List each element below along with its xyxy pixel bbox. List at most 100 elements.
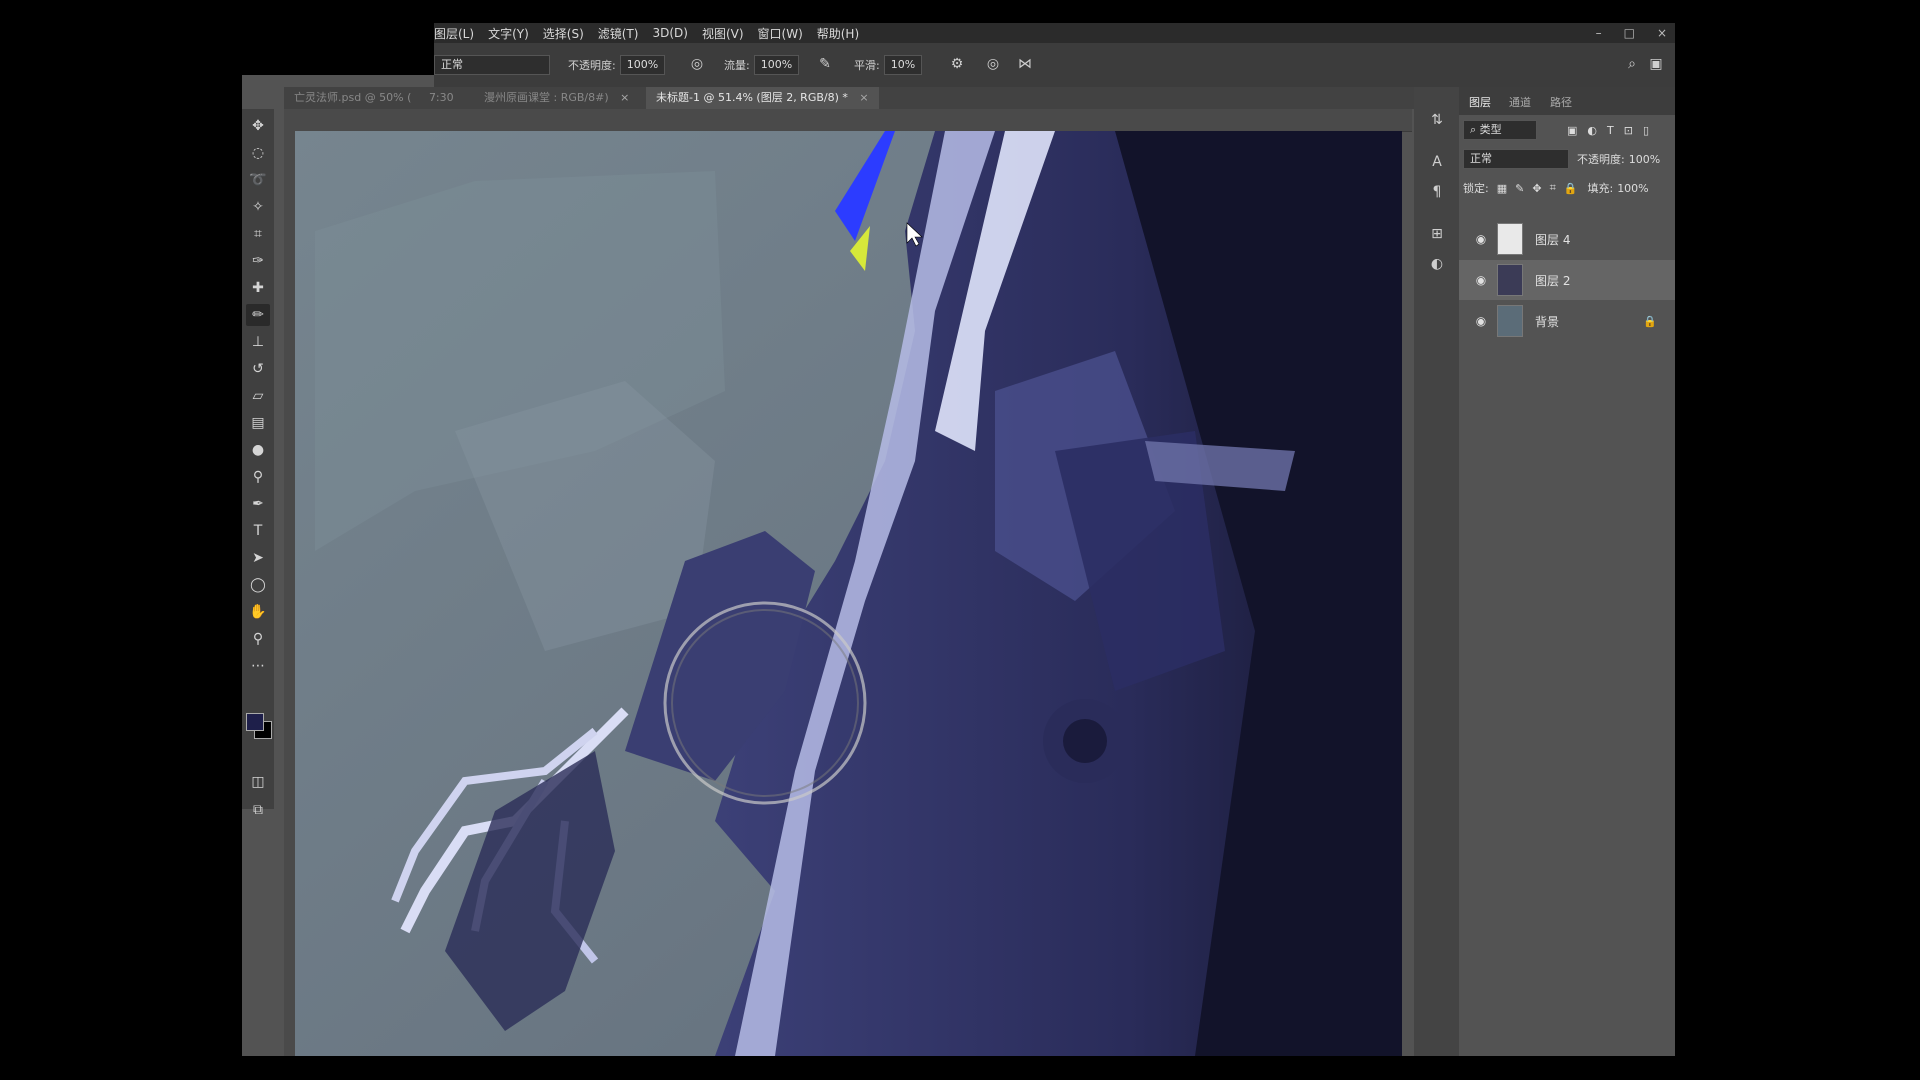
tab-document-2-close-icon[interactable]: × — [620, 91, 629, 104]
flow-field[interactable]: 100% — [753, 55, 800, 75]
tab-document-3[interactable]: 未标题-1 @ 51.4% (图层 2, RGB/8) * × — [646, 87, 879, 109]
layer-name: 图层 4 — [1535, 232, 1571, 247]
filter-search-icon: ⌕ — [1470, 123, 1480, 136]
foreground-color-swatch[interactable] — [246, 713, 264, 731]
history-brush-icon[interactable]: ↺ — [246, 358, 270, 380]
menu-view[interactable]: 视图(V) — [702, 25, 744, 42]
flow-control: 流量: 100% — [724, 55, 800, 75]
tab-channels[interactable]: 通道 — [1509, 94, 1531, 110]
visibility-eye-icon[interactable]: ◉ — [1471, 273, 1491, 287]
layer-opacity-value[interactable]: 100% — [1629, 153, 1660, 166]
flow-label: 流量: — [724, 59, 750, 72]
tab-document-1[interactable]: 亡灵法师.psd @ 50% ( 7:30 — [284, 87, 464, 109]
brush-icon[interactable]: ✏ — [246, 304, 270, 326]
layer-name: 图层 2 — [1535, 273, 1571, 288]
adjustments-icon[interactable]: ◐ — [1426, 253, 1448, 275]
mode-select-value[interactable]: 正常 — [434, 55, 550, 75]
filter-shape-icon[interactable]: ⊡ — [1624, 124, 1633, 137]
layer-row-4[interactable]: ◉ 图层 4 — [1459, 219, 1675, 259]
lock-move-icon[interactable]: ✥ — [1532, 182, 1541, 195]
pressure-opacity-icon[interactable]: ◎ — [688, 55, 706, 73]
filter-adjustment-icon[interactable]: ◐ — [1587, 124, 1597, 137]
eraser-icon[interactable]: ▱ — [246, 385, 270, 407]
lock-artboard-icon[interactable]: ⌗ — [1550, 181, 1556, 195]
shape-icon[interactable]: ◯ — [246, 574, 270, 596]
clone-stamp-icon[interactable]: ⊥ — [246, 331, 270, 353]
filter-pixel-icon[interactable]: ▣ — [1567, 124, 1577, 137]
menu-help[interactable]: 帮助(H) — [817, 25, 859, 42]
black-overlay — [242, 23, 434, 75]
visibility-eye-icon[interactable]: ◉ — [1471, 314, 1491, 328]
tab-document-3-close-icon[interactable]: × — [859, 91, 868, 104]
lock-all-icon[interactable]: 🔒 — [1564, 182, 1578, 195]
paragraph-icon[interactable]: ¶ — [1426, 181, 1448, 203]
character-icon[interactable]: A — [1426, 151, 1448, 173]
type-icon[interactable]: T — [246, 520, 270, 542]
filter-type-icon[interactable]: T — [1607, 124, 1614, 137]
zoom-icon[interactable]: ⚲ — [246, 628, 270, 650]
tab-paths[interactable]: 路径 — [1550, 94, 1572, 110]
path-select-icon[interactable]: ➤ — [246, 547, 270, 569]
panel-icon-strip: ⇅ A ¶ ⊞ ◐ — [1414, 87, 1459, 1056]
settings-gear-icon[interactable]: ⚙ — [948, 55, 966, 73]
layer-row-2[interactable]: ◉ 图层 2 — [1459, 260, 1675, 300]
layers-panel: 图层 通道 路径 ⌕ 类型 ▣ ◐ T ⊡ ▯ 正常 不透明度: 100% 锁定… — [1459, 87, 1675, 1056]
opacity-field[interactable]: 100% — [619, 55, 666, 75]
options-bar: 正常 不透明度: 100% ◎ 流量: 100% ✎ 平滑: 10% ⚙ ◎ ⋈… — [434, 43, 1675, 87]
layer-row-background[interactable]: ◉ 背景 🔒 — [1459, 301, 1675, 341]
maximize-button[interactable]: □ — [1624, 26, 1635, 40]
dodge-icon[interactable]: ⚲ — [246, 466, 270, 488]
menu-window[interactable]: 窗口(W) — [758, 25, 803, 42]
properties-icon[interactable]: ⊞ — [1426, 223, 1448, 245]
magic-wand-icon[interactable]: ✧ — [246, 196, 270, 218]
lock-brush-icon[interactable]: ✎ — [1515, 182, 1524, 195]
tab-document-3-label: 未标题-1 @ 51.4% (图层 2, RGB/8) * — [656, 91, 848, 104]
lock-transparent-icon[interactable]: ▦ — [1497, 182, 1507, 195]
opacity-label: 不透明度: — [568, 59, 616, 72]
airbrush-icon[interactable]: ✎ — [816, 55, 834, 73]
healing-brush-icon[interactable]: ✚ — [246, 277, 270, 299]
tab-layers[interactable]: 图层 — [1469, 94, 1491, 110]
lasso-icon[interactable]: ➰ — [246, 169, 270, 191]
opacity-control: 不透明度: 100% — [568, 55, 666, 75]
menu-3d[interactable]: 3D(D) — [652, 26, 687, 40]
filter-kind-value: 类型 — [1479, 123, 1502, 136]
blend-mode-select[interactable]: 正常 — [1463, 149, 1569, 169]
document-canvas[interactable] — [295, 131, 1402, 1056]
pen-icon[interactable]: ✒ — [246, 493, 270, 515]
menu-layer[interactable]: 图层(L) — [434, 25, 474, 42]
workspace-icon[interactable]: ▣ — [1647, 55, 1665, 73]
tab-document-2[interactable]: 漫州原画课堂 : RGB/8#) × — [474, 87, 639, 109]
menu-type[interactable]: 文字(Y) — [488, 25, 529, 42]
minimize-button[interactable]: – — [1596, 26, 1602, 40]
smoothing-field[interactable]: 10% — [883, 55, 923, 75]
horizontal-ruler — [284, 109, 1412, 132]
crop-icon[interactable]: ⌗ — [246, 223, 270, 245]
history-icon[interactable]: ⇅ — [1426, 109, 1448, 131]
visibility-eye-icon[interactable]: ◉ — [1471, 232, 1491, 246]
artwork — [295, 131, 1402, 1056]
layer-opacity-label: 不透明度: — [1577, 153, 1625, 166]
move-icon[interactable]: ✥ — [246, 115, 270, 137]
more-tools-icon[interactable]: ⋯ — [246, 655, 270, 677]
hand-icon[interactable]: ✋ — [246, 601, 270, 623]
pressure-size-icon[interactable]: ◎ — [984, 55, 1002, 73]
quick-mask-icon[interactable]: ◫ — [246, 771, 270, 793]
symmetry-icon[interactable]: ⋈ — [1016, 55, 1034, 73]
fill-label: 填充: — [1587, 182, 1614, 195]
filter-smart-icon[interactable]: ▯ — [1643, 124, 1649, 137]
search-icon[interactable]: ⌕ — [1623, 55, 1641, 73]
menu-select[interactable]: 选择(S) — [543, 25, 584, 42]
marquee-icon[interactable]: ◌ — [246, 142, 270, 164]
gradient-icon[interactable]: ▤ — [246, 412, 270, 434]
layer-name: 背景 — [1535, 314, 1560, 329]
layer-filter-select[interactable]: ⌕ 类型 — [1463, 120, 1537, 140]
mode-select[interactable]: 正常 — [434, 55, 550, 75]
eyedropper-icon[interactable]: ✑ — [246, 250, 270, 272]
blur-icon[interactable]: ● — [246, 439, 270, 461]
close-window-button[interactable]: × — [1657, 26, 1667, 40]
fill-value[interactable]: 100% — [1617, 182, 1648, 195]
menu-filter[interactable]: 滤镜(T) — [598, 25, 639, 42]
screen-mode-icon[interactable]: ⧉ — [246, 799, 270, 821]
layer-thumbnail — [1497, 223, 1523, 255]
